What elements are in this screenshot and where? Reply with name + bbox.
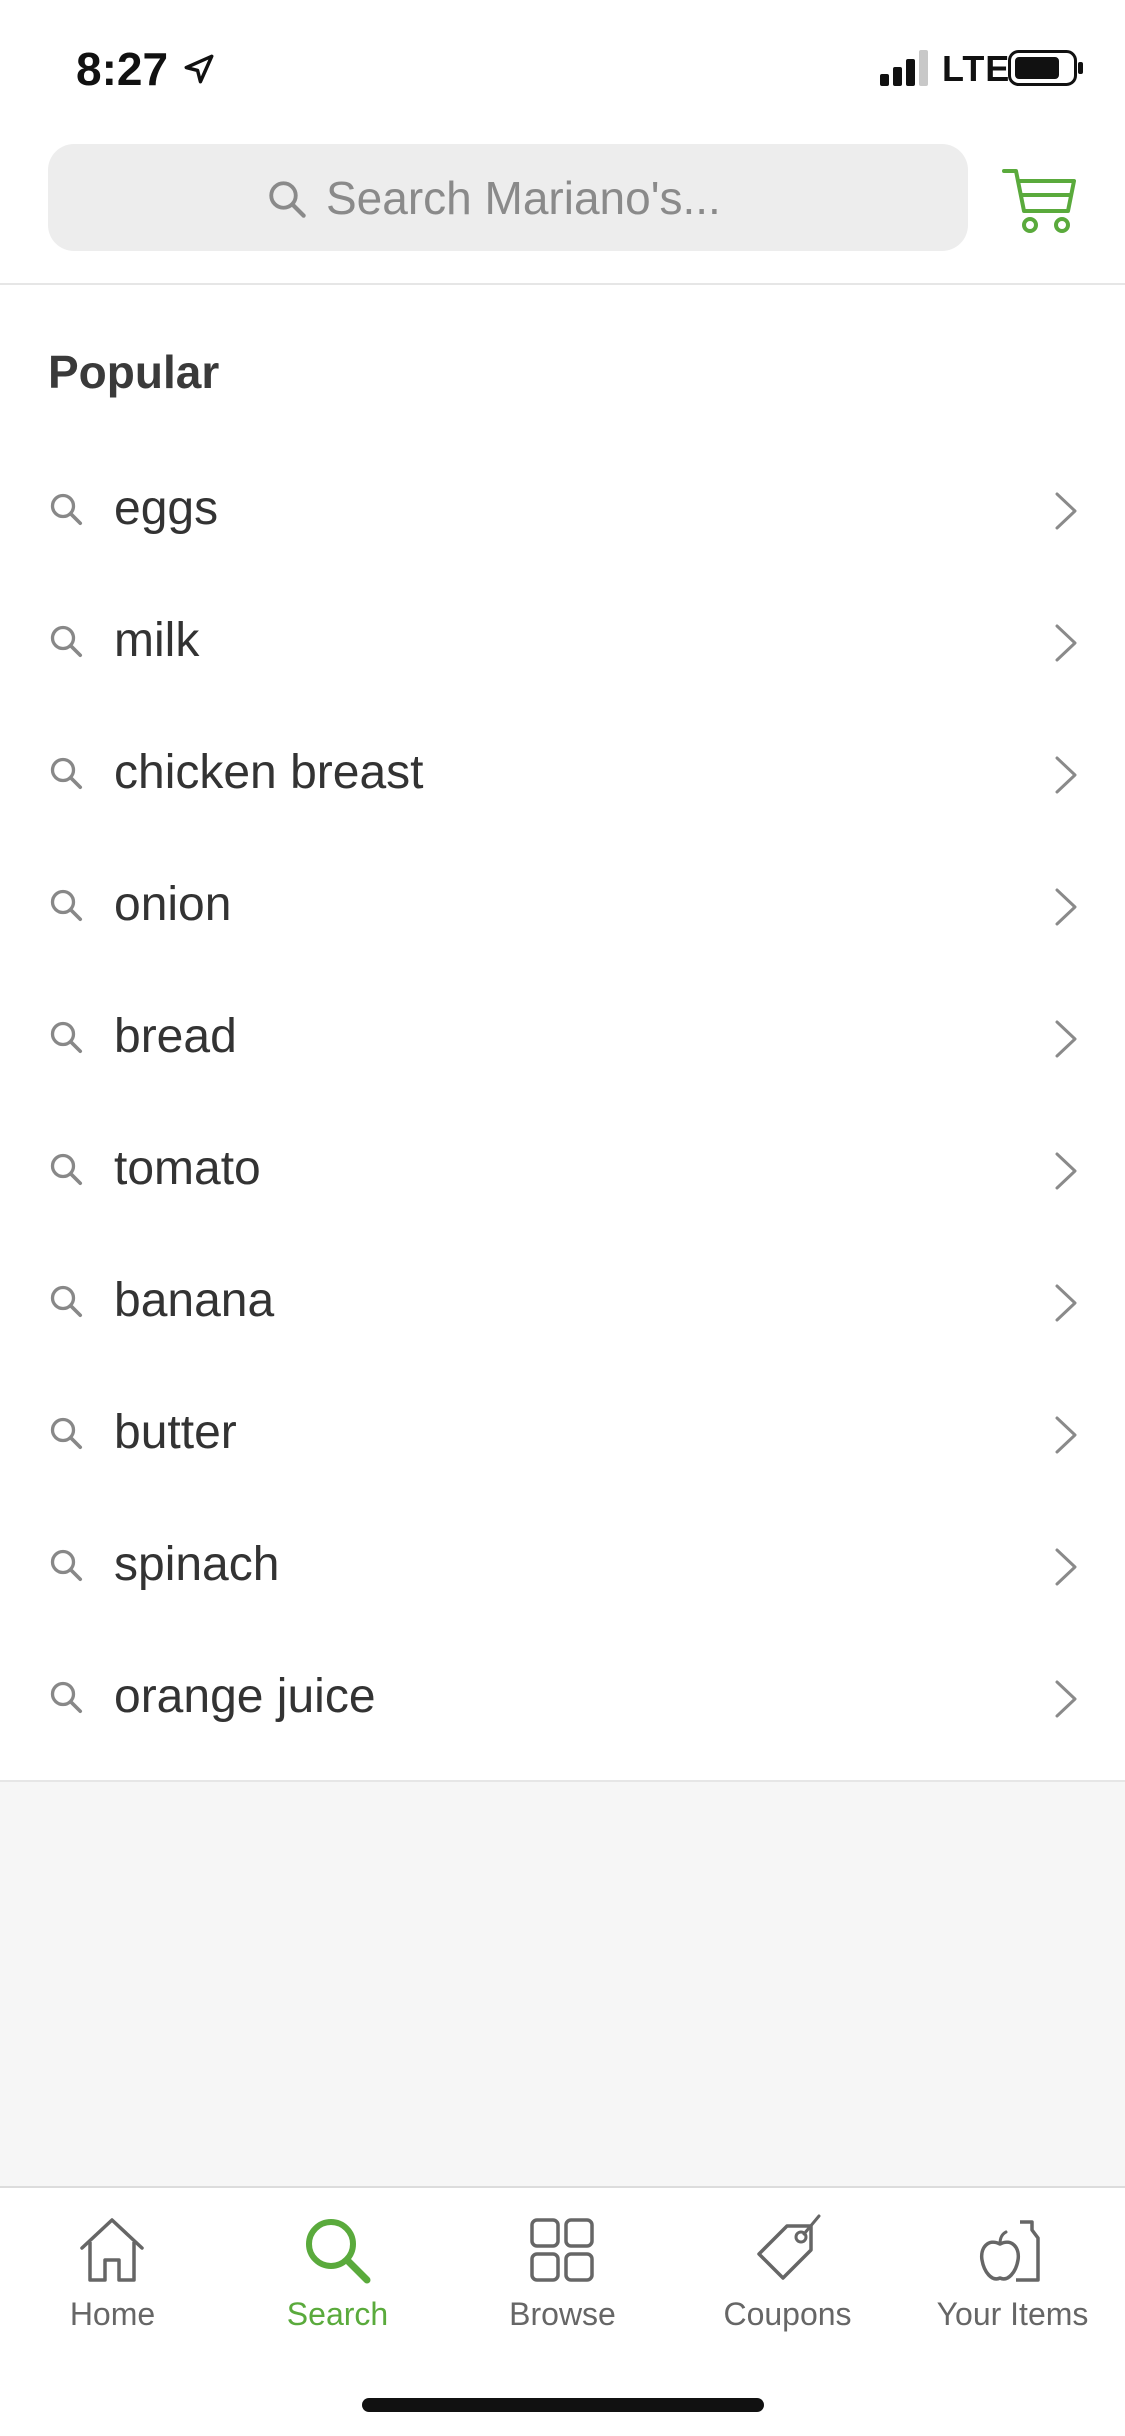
chevron-right-icon	[1055, 1152, 1077, 1190]
list-item[interactable]: onion	[0, 841, 1125, 973]
search-icon	[50, 1285, 83, 1318]
network-type: LTE	[942, 48, 1011, 89]
list-item-label: tomato	[114, 1142, 261, 1195]
search-icon	[50, 493, 83, 526]
tab-label: Coupons	[723, 2296, 852, 2332]
list-item[interactable]: chicken breast	[0, 709, 1125, 841]
tab-label: Your Items	[936, 2296, 1089, 2332]
list-item-label: chicken breast	[114, 746, 424, 799]
tab-label: Browse	[509, 2296, 616, 2332]
search-icon	[50, 1681, 83, 1714]
app-screen: 8:27 LTE Search Mariano's... Popular egg…	[0, 0, 1125, 2436]
section-title: Popular	[48, 346, 220, 398]
home-icon	[80, 2218, 144, 2282]
chevron-right-icon	[1055, 1548, 1077, 1586]
list-item[interactable]: eggs	[0, 445, 1125, 577]
tab-label: Search	[286, 2296, 389, 2332]
grid-icon	[530, 2218, 594, 2282]
search-input[interactable]	[324, 162, 928, 234]
search-icon	[50, 1417, 83, 1450]
list-item[interactable]: butter	[0, 1369, 1125, 1501]
search-icon	[50, 1021, 83, 1054]
list-item-label: orange juice	[114, 1670, 376, 1723]
popular-list: eggs milk chicken breast onion bread tom…	[0, 445, 1125, 1765]
tab-home[interactable]: Home	[0, 2188, 225, 2378]
status-time: 8:27	[76, 43, 169, 95]
list-item[interactable]: banana	[0, 1237, 1125, 1369]
search-icon	[50, 1153, 83, 1186]
tab-search[interactable]: Search	[225, 2188, 450, 2378]
list-item[interactable]: orange juice	[0, 1633, 1125, 1765]
tab-label: Home	[69, 2296, 156, 2332]
search-header	[0, 135, 1125, 285]
list-item[interactable]: spinach	[0, 1501, 1125, 1633]
chevron-right-icon	[1055, 1416, 1077, 1454]
list-item-label: banana	[114, 1274, 275, 1327]
list-item[interactable]: bread	[0, 973, 1125, 1105]
search-icon	[306, 2219, 371, 2284]
apple-bottle-icon	[979, 2220, 1040, 2282]
chevron-right-icon	[1055, 756, 1077, 794]
list-item[interactable]: tomato	[0, 1105, 1125, 1237]
list-item-label: butter	[114, 1406, 237, 1459]
list-item-label: spinach	[114, 1538, 280, 1591]
chevron-right-icon	[1055, 888, 1077, 926]
chevron-right-icon	[1055, 1680, 1077, 1718]
popular-searches-panel: Popular eggs milk chicken breast onion b…	[0, 285, 1125, 1782]
list-item-label: milk	[114, 614, 200, 667]
search-icon	[50, 889, 83, 922]
signal-icon	[880, 50, 928, 86]
battery-icon	[1008, 50, 1083, 86]
tag-icon	[757, 2214, 821, 2280]
list-item-label: eggs	[114, 482, 219, 535]
chevron-right-icon	[1055, 492, 1077, 530]
search-bar[interactable]	[48, 144, 968, 251]
tab-your-items[interactable]: Your Items	[900, 2188, 1125, 2378]
tab-browse[interactable]: Browse	[450, 2188, 675, 2378]
search-icon	[50, 1549, 83, 1582]
list-item-label: onion	[114, 878, 232, 931]
list-item[interactable]: milk	[0, 577, 1125, 709]
cart-icon[interactable]	[1000, 165, 1080, 235]
status-bar: 8:27 LTE	[0, 0, 1125, 135]
search-icon	[50, 757, 83, 790]
home-indicator	[362, 2398, 764, 2412]
chevron-right-icon	[1055, 1020, 1077, 1058]
search-icon	[50, 625, 83, 658]
chevron-right-icon	[1055, 1284, 1077, 1322]
chevron-right-icon	[1055, 624, 1077, 662]
list-item-label: bread	[114, 1010, 237, 1063]
tab-coupons[interactable]: Coupons	[675, 2188, 900, 2378]
location-arrow-icon	[184, 54, 214, 84]
search-icon	[269, 181, 306, 218]
